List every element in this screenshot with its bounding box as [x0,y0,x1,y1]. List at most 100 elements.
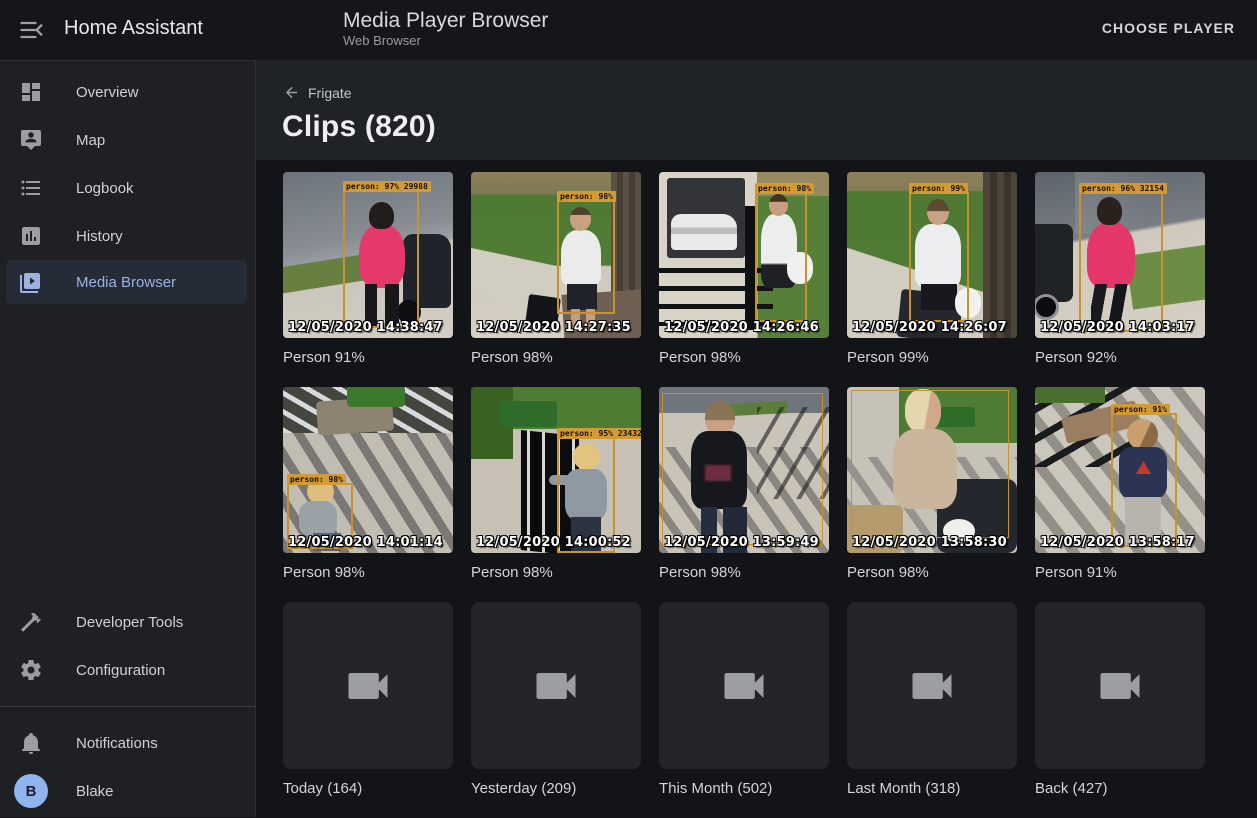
breadcrumb-back[interactable]: Frigate [283,84,352,101]
clip-card[interactable]: person: 97% 29988 12/05/2020 14:38:47 Pe… [283,172,453,366]
sidebar-item-profile[interactable]: B Blake [0,767,255,815]
detection-bbox: person: 98% [557,200,615,314]
choose-player-button[interactable]: CHOOSE PLAYER [1102,20,1235,36]
clip-card[interactable]: person: 98% 12/05/2020 14:01:14 Person 9… [283,387,453,581]
detection-bbox: person: 91% [1111,413,1177,547]
sidebar-item-label: History [76,228,123,245]
play-box-multiple-icon [19,270,43,294]
video-camera-icon [530,660,582,712]
map-account-icon [19,128,43,152]
clip-timestamp-overlay: 12/05/2020 13:58:30 [852,535,1007,550]
sidebar: Overview Map Logbook History Media Brows… [0,60,256,817]
sidebar-item-map[interactable]: Map [0,116,255,164]
folder-label: This Month (502) [659,780,829,797]
detection-bbox [662,393,823,545]
hammer-icon [19,610,43,634]
sidebar-item-label: Notifications [76,735,158,752]
clip-timestamp-overlay: 12/05/2020 14:03:17 [1040,320,1195,335]
bell-icon [19,731,43,755]
sidebar-item-label: Configuration [76,662,165,679]
gear-icon [19,658,43,682]
app-title: Home Assistant [64,17,203,40]
folder-card-last-month[interactable]: Last Month (318) [847,602,1017,797]
folder-label: Yesterday (209) [471,780,641,797]
detection-label: person: 98% [755,183,814,194]
clip-timestamp-overlay: 12/05/2020 13:58:17 [1040,535,1195,550]
clip-card[interactable]: person: 95% 23432 12/05/2020 14:00:52 Pe… [471,387,641,581]
sidebar-item-label: Logbook [76,180,134,197]
clip-timestamp-overlay: 12/05/2020 14:00:52 [476,535,631,550]
clip-card[interactable]: 12/05/2020 13:58:30 Person 98% [847,387,1017,581]
sidebar-item-configuration[interactable]: Configuration [0,646,255,694]
sidebar-divider [0,706,255,707]
clip-timestamp-overlay: 12/05/2020 14:38:47 [288,320,443,335]
detection-label: person: 95% 23432 [557,428,641,439]
list-bulleted-icon [19,176,43,200]
clip-card[interactable]: person: 98% 12/05/2020 14:27:35 Person 9… [471,172,641,366]
page-heading: Clips (820) [282,110,436,144]
detection-label: person: 98% [287,474,346,485]
folder-tile [847,602,1017,769]
video-camera-icon [718,660,770,712]
clip-caption: Person 91% [1035,564,1205,581]
detection-bbox [851,390,1009,538]
page-subtitle: Web Browser [343,33,421,48]
clip-card[interactable]: person: 96% 32154 12/05/2020 14:03:17 Pe… [1035,172,1205,366]
clip-caption: Person 99% [847,349,1017,366]
clip-card[interactable]: person: 91% 12/05/2020 13:58:17 Person 9… [1035,387,1205,581]
clip-thumbnail: person: 98% 12/05/2020 14:01:14 [283,387,453,553]
folder-card-yesterday[interactable]: Yesterday (209) [471,602,641,797]
clip-caption: Person 91% [283,349,453,366]
clip-caption: Person 98% [283,564,453,581]
video-camera-icon [342,660,394,712]
clip-thumbnail: person: 98% 12/05/2020 14:26:46 [659,172,829,338]
clip-caption: Person 98% [471,349,641,366]
menu-open-icon[interactable] [18,16,46,44]
clip-card[interactable]: 12/05/2020 13:59:49 Person 98% [659,387,829,581]
folder-card-back[interactable]: Back (427) [1035,602,1205,797]
clip-card[interactable]: person: 98% 12/05/2020 14:26:46 Person 9… [659,172,829,366]
content-header: Frigate Clips (820) [256,60,1257,160]
sidebar-item-label: Overview [76,84,139,101]
clip-timestamp-overlay: 12/05/2020 13:59:49 [664,535,819,550]
breadcrumb-label: Frigate [308,85,352,101]
sidebar-item-media-browser[interactable]: Media Browser [6,260,247,304]
app-bar: Home Assistant Media Player Browser Web … [0,0,1257,60]
clip-thumbnail: 12/05/2020 13:59:49 [659,387,829,553]
sidebar-item-label: Developer Tools [76,614,183,631]
folder-label: Back (427) [1035,780,1205,797]
clip-thumbnail: person: 95% 23432 12/05/2020 14:00:52 [471,387,641,553]
clip-caption: Person 98% [471,564,641,581]
video-camera-icon [906,660,958,712]
folder-card-this-month[interactable]: This Month (502) [659,602,829,797]
folder-card-today[interactable]: Today (164) [283,602,453,797]
folder-tile [659,602,829,769]
folder-label: Last Month (318) [847,780,1017,797]
clip-thumbnail: person: 98% 12/05/2020 14:27:35 [471,172,641,338]
detection-label: person: 98% [557,191,616,202]
arrow-left-icon [283,84,300,101]
clip-timestamp-overlay: 12/05/2020 14:26:46 [664,320,819,335]
detection-label: person: 91% [1111,404,1170,415]
media-grid: person: 97% 29988 12/05/2020 14:38:47 Pe… [256,160,1257,817]
page-title: Media Player Browser [343,9,548,33]
video-camera-icon [1094,660,1146,712]
sidebar-item-overview[interactable]: Overview [0,68,255,116]
clip-caption: Person 98% [659,349,829,366]
detection-bbox: person: 96% 32154 [1079,192,1163,332]
detection-bbox: person: 99% [909,192,969,322]
clip-caption: Person 98% [659,564,829,581]
folder-label: Today (164) [283,780,453,797]
chart-box-icon [19,224,43,248]
detection-bbox: person: 98% [755,192,807,322]
avatar: B [14,774,48,808]
clip-caption: Person 92% [1035,349,1205,366]
detection-label: person: 97% 29988 [343,181,431,192]
sidebar-item-logbook[interactable]: Logbook [0,164,255,212]
clip-card[interactable]: person: 99% 12/05/2020 14:26:07 Person 9… [847,172,1017,366]
sidebar-item-developer-tools[interactable]: Developer Tools [0,598,255,646]
clip-timestamp-overlay: 12/05/2020 14:27:35 [476,320,631,335]
sidebar-item-label: Map [76,132,105,149]
sidebar-item-history[interactable]: History [0,212,255,260]
sidebar-item-notifications[interactable]: Notifications [0,719,255,767]
